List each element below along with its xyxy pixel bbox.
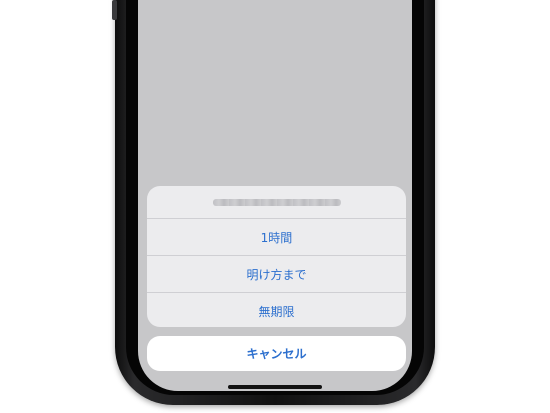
option-indefinitely[interactable]: 無期限 — [147, 293, 406, 327]
action-sheet-header — [147, 186, 406, 219]
action-sheet: 1時間 明け方まで 無期限 — [147, 186, 406, 327]
cancel-button-label: キャンセル — [246, 347, 307, 361]
option-one-hour-label: 1時間 — [260, 230, 293, 245]
option-indefinitely-label: 無期限 — [258, 304, 295, 319]
option-until-morning-label: 明け方まで — [246, 267, 307, 282]
home-indicator — [228, 385, 322, 389]
cancel-button[interactable]: キャンセル — [147, 336, 406, 371]
option-until-morning[interactable]: 明け方まで — [147, 256, 406, 293]
stage: 1時間 明け方まで 無期限 キャンセル — [0, 0, 550, 413]
option-one-hour[interactable]: 1時間 — [147, 219, 406, 256]
phone-screen: 1時間 明け方まで 無期限 キャンセル — [138, 0, 412, 391]
action-sheet-title-blurred — [212, 198, 341, 206]
phone-side-button — [112, 0, 117, 20]
